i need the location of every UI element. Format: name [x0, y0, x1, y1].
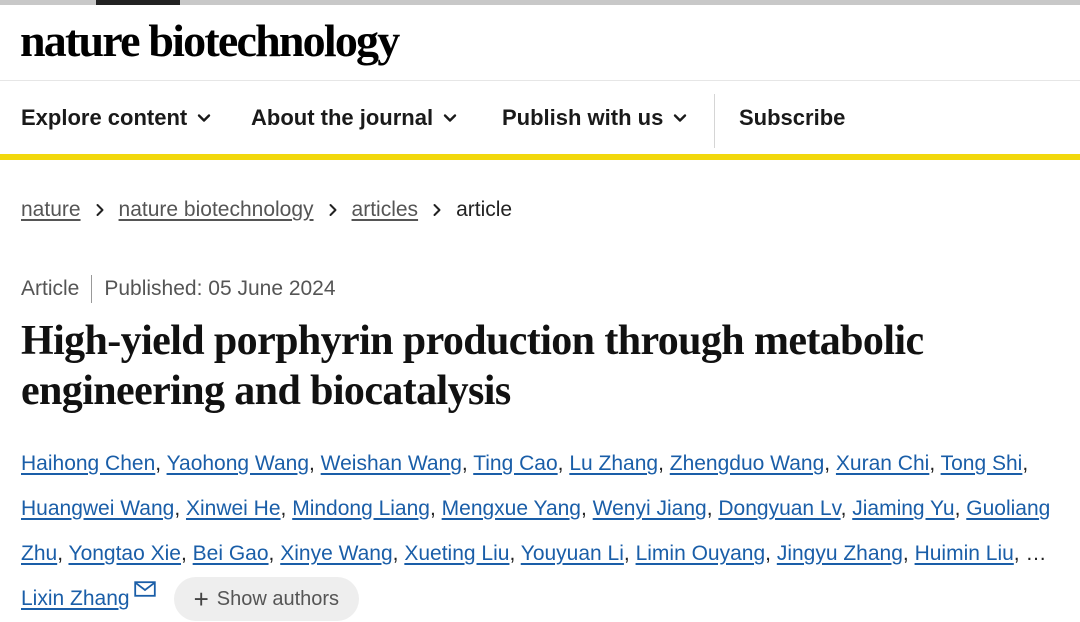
- breadcrumb-articles[interactable]: articles: [352, 196, 419, 224]
- nav-about-journal[interactable]: About the journal: [251, 104, 457, 132]
- meta-divider: [91, 275, 93, 303]
- author-link[interactable]: Tong Shi: [941, 452, 1023, 475]
- nav-about-label: About the journal: [251, 105, 434, 130]
- author-link[interactable]: Zhengduo Wang: [670, 452, 825, 475]
- mail-icon[interactable]: [133, 581, 156, 597]
- article-type: Article: [21, 277, 80, 300]
- breadcrumb-nature[interactable]: nature: [21, 196, 81, 224]
- author-link[interactable]: Xinwei He: [186, 497, 281, 520]
- show-authors-button[interactable]: + Show authors: [173, 577, 360, 622]
- nav-subscribe-label: Subscribe: [739, 105, 846, 130]
- author-link[interactable]: Haihong Chen: [21, 452, 155, 475]
- author-link[interactable]: Mengxue Yang: [442, 497, 581, 520]
- author-link[interactable]: Yongtao Xie: [68, 542, 181, 565]
- nav-publish-with-us[interactable]: Publish with us: [502, 104, 687, 132]
- author-link[interactable]: Jingyu Zhang: [777, 542, 903, 565]
- author-link[interactable]: Yaohong Wang: [167, 452, 309, 475]
- author-names: Haihong Chen, Yaohong Wang, Weishan Wang…: [21, 452, 1051, 565]
- article-meta: Article Published: 05 June 2024: [21, 275, 336, 303]
- author-link[interactable]: Xinye Wang: [280, 542, 392, 565]
- author-link[interactable]: Jiaming Yu: [852, 497, 954, 520]
- chevron-down-icon: [198, 114, 211, 122]
- plus-icon: +: [193, 584, 209, 615]
- author-link[interactable]: Lu Zhang: [569, 452, 658, 475]
- journal-logo[interactable]: nature biotechnology: [20, 15, 400, 67]
- breadcrumb-current: article: [456, 198, 513, 221]
- breadcrumb: nature nature biotechnology articles art…: [21, 196, 512, 224]
- main-nav: Explore content About the journal Publis…: [0, 82, 1080, 160]
- breadcrumb-journal[interactable]: nature biotechnology: [119, 196, 314, 224]
- chevron-right-icon: [314, 196, 352, 224]
- chevron-right-icon: [418, 196, 456, 224]
- author-link[interactable]: Mindong Liang: [292, 497, 430, 520]
- author-list: Haihong Chen, Yaohong Wang, Weishan Wang…: [21, 441, 1061, 622]
- nav-publish-label: Publish with us: [502, 105, 664, 130]
- chevron-down-icon: [674, 114, 687, 122]
- author-link[interactable]: Ting Cao: [473, 452, 557, 475]
- author-link[interactable]: Huangwei Wang: [21, 497, 174, 520]
- nav-explore-label: Explore content: [21, 105, 188, 130]
- chevron-down-icon: [443, 114, 457, 122]
- nav-divider: [714, 94, 715, 148]
- author-link[interactable]: Weishan Wang: [321, 452, 462, 475]
- author-link[interactable]: Xueting Liu: [404, 542, 509, 565]
- author-link[interactable]: Youyuan Li: [521, 542, 624, 565]
- author-ellipsis: …: [1025, 542, 1047, 565]
- author-link[interactable]: Huimin Liu: [915, 542, 1014, 565]
- author-link[interactable]: Dongyuan Lv: [718, 497, 840, 520]
- author-link[interactable]: Wenyi Jiang: [593, 497, 707, 520]
- show-authors-label: Show authors: [216, 587, 340, 610]
- chevron-right-icon: [81, 196, 119, 224]
- nav-subscribe[interactable]: Subscribe: [739, 104, 845, 132]
- author-link-corresponding[interactable]: Lixin Zhang: [21, 587, 130, 610]
- site-header: nature biotechnology: [0, 5, 1080, 81]
- author-link[interactable]: Limin Ouyang: [636, 542, 766, 565]
- author-link[interactable]: Xuran Chi: [836, 452, 929, 475]
- article-title: High-yield porphyrin production through …: [21, 318, 924, 414]
- published-date: Published: 05 June 2024: [104, 277, 336, 300]
- author-link[interactable]: Bei Gao: [193, 542, 269, 565]
- nav-explore-content[interactable]: Explore content: [21, 104, 211, 132]
